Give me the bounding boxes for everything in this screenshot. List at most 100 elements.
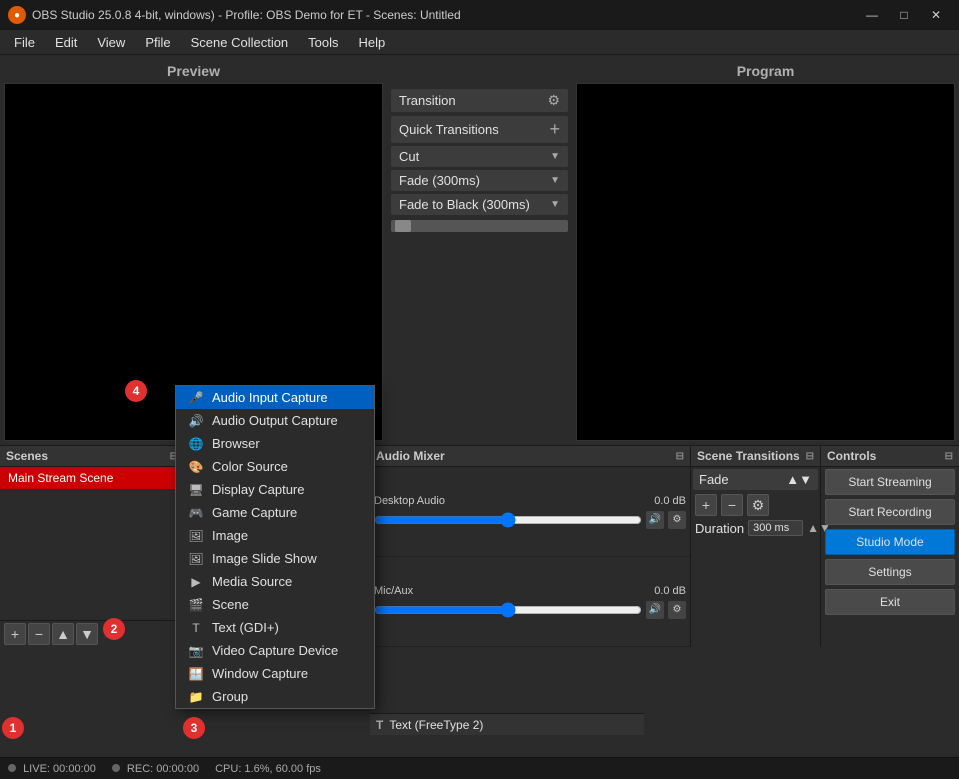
text-gdi-icon: T [188, 621, 204, 635]
minimize-button[interactable]: — [857, 5, 887, 25]
ctx-image-slideshow[interactable]: 🖼 Image Slide Show [176, 547, 374, 570]
rec-label: REC: [127, 763, 153, 775]
remove-transition-button[interactable]: − [721, 494, 743, 516]
audio-track-desktop: Desktop Audio 0.0 dB 🔊 ⚙ [370, 467, 690, 557]
main-content: Preview Transition ⚙ Quick Transitions +… [0, 55, 959, 757]
ctx-color-source[interactable]: 🎨 Color Source [176, 455, 374, 478]
ctx-audio-output-capture[interactable]: 🔊 Audio Output Capture [176, 409, 374, 432]
close-button[interactable]: ✕ [921, 5, 951, 25]
ctx-game-capture[interactable]: 🎮 Game Capture [176, 501, 374, 524]
quick-transitions-label: Quick Transitions [399, 122, 499, 137]
ctx-media-source[interactable]: ▶ Media Source [176, 570, 374, 593]
start-recording-button[interactable]: Start Recording [825, 499, 955, 525]
ctx-text-gdi[interactable]: T Text (GDI+) [176, 616, 374, 639]
freetype-label: Text (FreeType 2) [389, 718, 483, 732]
media-icon: ▶ [188, 575, 204, 589]
window-icon: 🪟 [188, 667, 204, 681]
display-icon: 🖥 [188, 483, 204, 497]
scene-transitions-panel: Scene Transitions ⊟ Fade ▲▼ + − ⚙ Durati… [691, 446, 821, 647]
menu-scene-collection[interactable]: Scene Collection [181, 33, 299, 52]
controls-dock-icon[interactable]: ⊟ [945, 451, 953, 462]
ctx-video-capture[interactable]: 📷 Video Capture Device [176, 639, 374, 662]
transition-header: Transition ⚙ [391, 89, 568, 112]
ctx-display-capture-label: Display Capture [212, 482, 305, 497]
audio-desktop-db: 0.0 dB [646, 495, 686, 507]
scene-transitions-header: Scene Transitions ⊟ [691, 446, 820, 467]
audio-mic-mute-button[interactable]: 🔊 [646, 601, 664, 619]
menu-file[interactable]: File [4, 33, 45, 52]
titlebar: ● OBS Studio 25.0.8 4-bit, windows) - Pr… [0, 0, 959, 30]
audio-mic-settings-button[interactable]: ⚙ [668, 601, 686, 619]
add-scene-button[interactable]: + [4, 623, 26, 645]
move-scene-up-button[interactable]: ▲ [52, 623, 74, 645]
menu-help[interactable]: Help [349, 33, 396, 52]
app-icon: ● [8, 6, 26, 24]
window-title: OBS Studio 25.0.8 4-bit, windows) - Prof… [32, 8, 857, 22]
ctx-group-label: Group [212, 689, 248, 704]
statusbar: LIVE: 00:00:00 REC: 00:00:00 CPU: 1.6%, … [0, 757, 959, 779]
menu-view[interactable]: View [87, 33, 135, 52]
ctx-group[interactable]: 📁 Group [176, 685, 374, 708]
studio-mode-button[interactable]: Studio Mode [825, 529, 955, 555]
transition-cut[interactable]: Cut ▼ [391, 146, 568, 167]
color-icon: 🎨 [188, 460, 204, 474]
menu-pfile[interactable]: Pfile [135, 33, 180, 52]
audio-mixer-panel: Audio Mixer ⊟ Desktop Audio 0.0 dB [370, 446, 691, 647]
ctx-browser[interactable]: 🌐 Browser [176, 432, 374, 455]
ctx-scene[interactable]: 🎬 Scene [176, 593, 374, 616]
add-transition-button[interactable]: + [695, 494, 717, 516]
transition-settings-button[interactable]: ⚙ [747, 494, 769, 516]
settings-button[interactable]: Settings [825, 559, 955, 585]
audio-desktop-mute-button[interactable]: 🔊 [646, 511, 664, 529]
scenes-panel-header: Scenes ⊟ [0, 446, 184, 467]
rec-dot-icon [112, 764, 120, 772]
microphone-icon: 🎤 [188, 391, 204, 405]
scene-trans-dock-icon[interactable]: ⊟ [806, 451, 814, 462]
scenes-panel: Scenes ⊟ Main Stream Scene + − ▲ ▼ [0, 446, 185, 647]
ctx-video-capture-label: Video Capture Device [212, 643, 338, 658]
scene-icon: 🎬 [188, 598, 204, 612]
ctx-browser-label: Browser [212, 436, 260, 451]
scene-item-main[interactable]: Main Stream Scene [0, 467, 184, 489]
ctx-media-source-label: Media Source [212, 574, 292, 589]
game-icon: 🎮 [188, 506, 204, 520]
audio-mic-volume-slider[interactable] [374, 606, 642, 614]
ctx-scene-label: Scene [212, 597, 249, 612]
audio-dock-icon[interactable]: ⊟ [676, 451, 684, 462]
audio-desktop-volume-slider[interactable] [374, 516, 642, 524]
chevron-down-icon: ▲▼ [786, 472, 812, 487]
move-scene-down-button[interactable]: ▼ [76, 623, 98, 645]
transition-fade-black-label: Fade to Black (300ms) [399, 197, 530, 212]
transition-gear-icon[interactable]: ⚙ [547, 92, 560, 109]
audio-tracks: Desktop Audio 0.0 dB 🔊 ⚙ [370, 467, 690, 647]
controls-panel-title: Controls [827, 449, 876, 463]
freetype-icon: T [376, 718, 383, 732]
menu-tools[interactable]: Tools [298, 33, 348, 52]
duration-label: Duration [695, 521, 744, 536]
menu-edit[interactable]: Edit [45, 33, 87, 52]
maximize-button[interactable]: □ [889, 5, 919, 25]
add-transition-icon[interactable]: + [549, 119, 560, 140]
transition-slider[interactable] [391, 220, 568, 232]
duration-input[interactable] [748, 520, 803, 536]
audio-desktop-settings-button[interactable]: ⚙ [668, 511, 686, 529]
ctx-image-label: Image [212, 528, 248, 543]
audio-mixer-header: Audio Mixer ⊟ [370, 446, 690, 467]
audio-mic-db: 0.0 dB [646, 585, 686, 597]
exit-button[interactable]: Exit [825, 589, 955, 615]
ctx-audio-input-capture[interactable]: 🎤 Audio Input Capture [176, 386, 374, 409]
chevron-down-icon: ▼ [550, 175, 560, 186]
sources-bottom-bar: T Text (FreeType 2) [370, 713, 644, 735]
transition-slider-handle [395, 220, 411, 232]
transition-type-select[interactable]: Fade ▲▼ [693, 469, 818, 490]
transition-fade-black[interactable]: Fade to Black (300ms) ▼ [391, 194, 568, 215]
remove-scene-button[interactable]: − [28, 623, 50, 645]
video-icon: 📷 [188, 644, 204, 658]
program-canvas [576, 83, 955, 441]
ctx-window-capture[interactable]: 🪟 Window Capture [176, 662, 374, 685]
ctx-display-capture[interactable]: 🖥 Display Capture [176, 478, 374, 501]
transition-fade[interactable]: Fade (300ms) ▼ [391, 170, 568, 191]
ctx-image[interactable]: 🖼 Image [176, 524, 374, 547]
start-streaming-button[interactable]: Start Streaming [825, 469, 955, 495]
audio-track-mic: Mic/Aux 0.0 dB 🔊 ⚙ [370, 557, 690, 647]
